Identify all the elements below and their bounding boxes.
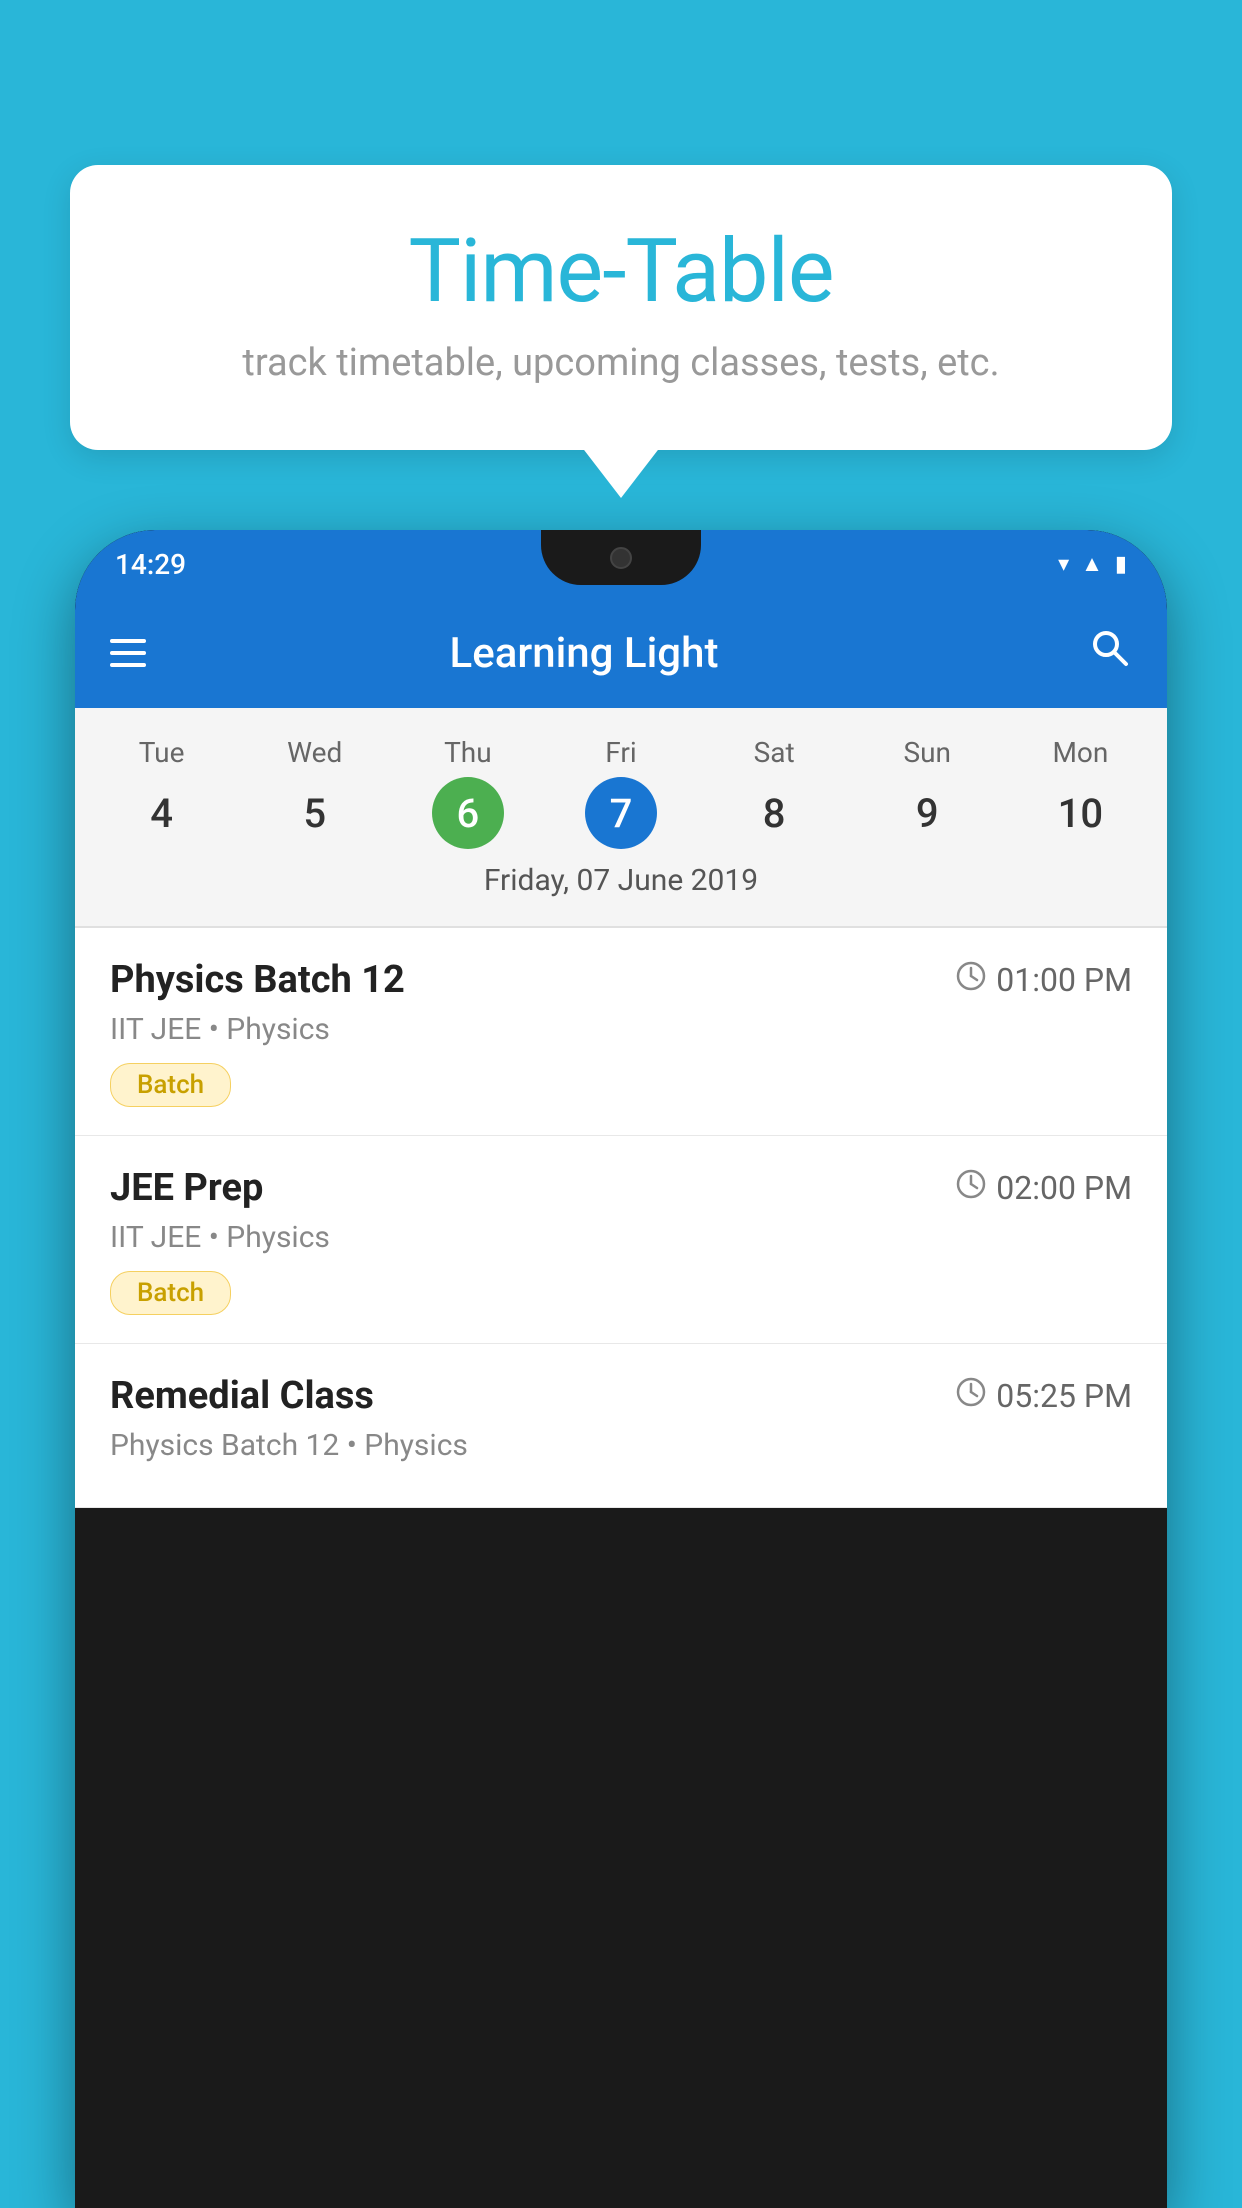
calendar-strip: Tue Wed Thu Fri Sat Sun Mon 4 5 6 7 8 9 … (75, 708, 1167, 926)
day-header-sat: Sat (698, 728, 851, 777)
batch-badge-2: Batch (110, 1271, 231, 1315)
schedule-item-1-time: 01:00 PM (956, 961, 1132, 999)
notch (541, 530, 701, 585)
page-subtitle: track timetable, upcoming classes, tests… (130, 341, 1112, 385)
camera (610, 547, 632, 569)
schedule-container: Physics Batch 12 01:00 PM IIT JEE • Phys… (75, 928, 1167, 1508)
schedule-item-2-name: JEE Prep (110, 1166, 263, 1210)
day-header-sun: Sun (851, 728, 1004, 777)
schedule-item-1-header: Physics Batch 12 01:00 PM (110, 958, 1132, 1002)
schedule-item-1-name: Physics Batch 12 (110, 958, 405, 1002)
day-header-mon: Mon (1004, 728, 1157, 777)
app-title: Learning Light (110, 629, 1058, 678)
search-icon[interactable] (1088, 626, 1132, 681)
status-bar: 14:29 ▾ ▲ ▮ (75, 530, 1167, 598)
speech-bubble: Time-Table track timetable, upcoming cla… (70, 165, 1172, 450)
schedule-item-1[interactable]: Physics Batch 12 01:00 PM IIT JEE • Phys… (75, 928, 1167, 1136)
day-5[interactable]: 5 (238, 777, 391, 849)
clock-icon-2 (956, 1169, 986, 1207)
battery-icon: ▮ (1115, 552, 1127, 577)
schedule-item-3-header: Remedial Class 05:25 PM (110, 1374, 1132, 1418)
clock-icon-1 (956, 961, 986, 999)
day-header-fri: Fri (544, 728, 697, 777)
app-bar: Learning Light (75, 598, 1167, 708)
schedule-item-2-sub: IIT JEE • Physics (110, 1220, 1132, 1255)
phone-inner: 14:29 ▾ ▲ ▮ Learning Light (75, 530, 1167, 1508)
schedule-item-2-header: JEE Prep 02:00 PM (110, 1166, 1132, 1210)
page-title: Time-Table (130, 220, 1112, 323)
schedule-item-3-sub: Physics Batch 12 • Physics (110, 1428, 1132, 1463)
phone-frame: 14:29 ▾ ▲ ▮ Learning Light (75, 530, 1167, 2208)
day-headers: Tue Wed Thu Fri Sat Sun Mon (75, 728, 1167, 777)
schedule-item-3-time: 05:25 PM (956, 1377, 1132, 1415)
day-9[interactable]: 9 (851, 777, 1004, 849)
day-header-tue: Tue (85, 728, 238, 777)
schedule-item-1-sub: IIT JEE • Physics (110, 1012, 1132, 1047)
day-header-wed: Wed (238, 728, 391, 777)
batch-badge-1: Batch (110, 1063, 231, 1107)
signal-icon: ▲ (1081, 551, 1103, 577)
date-label: Friday, 07 June 2019 (75, 849, 1167, 916)
clock-icon-3 (956, 1377, 986, 1415)
day-6-today[interactable]: 6 (432, 777, 504, 849)
day-7-selected[interactable]: 7 (585, 777, 657, 849)
day-10[interactable]: 10 (1004, 777, 1157, 849)
schedule-item-2[interactable]: JEE Prep 02:00 PM IIT JEE • Physics (75, 1136, 1167, 1344)
status-icons: ▾ ▲ ▮ (1058, 551, 1127, 577)
day-8[interactable]: 8 (698, 777, 851, 849)
day-numbers: 4 5 6 7 8 9 10 (75, 777, 1167, 849)
day-header-thu: Thu (391, 728, 544, 777)
schedule-item-3-name: Remedial Class (110, 1374, 374, 1418)
schedule-item-3[interactable]: Remedial Class 05:25 PM Physics Batch 12… (75, 1344, 1167, 1508)
day-4[interactable]: 4 (85, 777, 238, 849)
schedule-item-2-time: 02:00 PM (956, 1169, 1132, 1207)
status-time: 14:29 (115, 548, 186, 581)
wifi-icon: ▾ (1058, 552, 1069, 577)
